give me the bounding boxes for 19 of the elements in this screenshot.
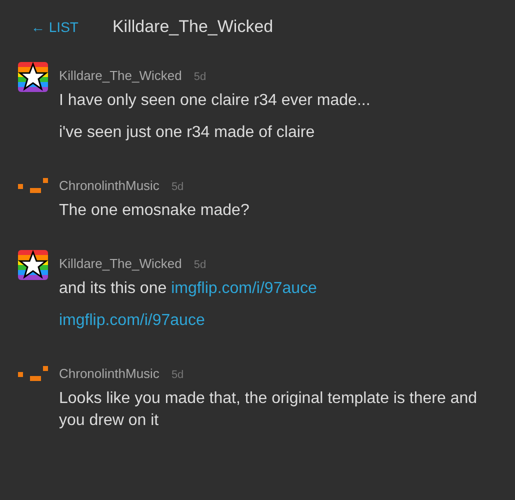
- star-avatar-icon: [18, 250, 48, 280]
- timestamp: 5d: [171, 181, 184, 193]
- star-avatar-icon: [18, 62, 48, 92]
- message-text: The one emosnake made?: [59, 201, 250, 221]
- message-text: I have only seen one claire r34 ever made...: [59, 91, 372, 111]
- link[interactable]: imgflip.com/i/97auce: [59, 312, 205, 329]
- timestamp: 5d: [194, 71, 206, 83]
- timestamp: 5d: [171, 369, 184, 381]
- back-link[interactable]: ← LIST: [31, 17, 78, 38]
- message-text: Looks like you made that, the original template is there and you drew on it: [59, 389, 478, 431]
- message-text: i've seen just one r34 made of claire: [59, 123, 316, 143]
- author-name: Killdare_The_Wicked: [59, 68, 182, 83]
- author-name: ChronolinthMusic: [59, 366, 160, 381]
- conversation-title: Killdare_The_Wicked: [112, 16, 274, 38]
- timestamp: 5d: [194, 259, 206, 271]
- message-text: and its this one imgflip.com/i/97auce: [59, 279, 318, 299]
- link[interactable]: imgflip.com/i/97auce: [171, 280, 317, 297]
- author-name: Killdare_The_Wicked: [59, 256, 182, 271]
- author-name: ChronolinthMusic: [59, 178, 160, 193]
